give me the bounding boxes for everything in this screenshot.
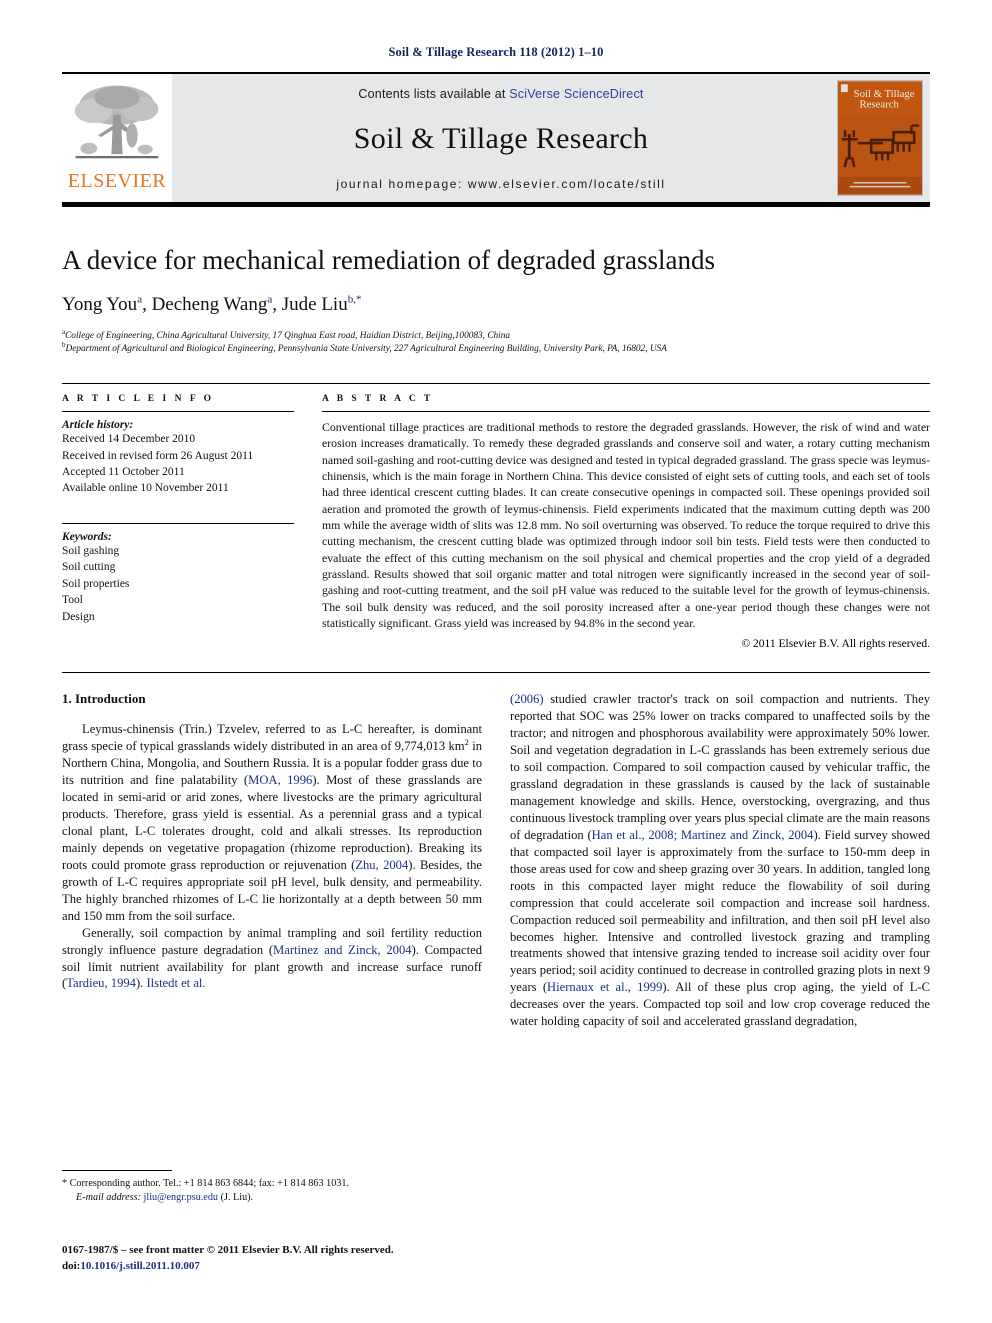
banner-bottom-rule xyxy=(62,202,930,207)
citation-link[interactable]: Hiernaux et al., 1999 xyxy=(547,980,662,994)
article-history-item: Accepted 11 October 2011 xyxy=(62,466,185,479)
abstract-column: A B S T R A C T Conventional tillage pra… xyxy=(322,394,930,650)
imprint-block: 0167-1987/$ – see front matter © 2011 El… xyxy=(62,1243,562,1275)
article-info-rule xyxy=(62,411,294,413)
affiliation-mark: b xyxy=(62,341,66,350)
svg-text:Research: Research xyxy=(859,99,899,111)
section-title-introduction: 1. Introduction xyxy=(62,691,146,707)
keyword-item: Soil cutting xyxy=(62,561,116,574)
article-history-label: Article history: xyxy=(62,419,134,432)
author-name: Jude Liu xyxy=(281,293,348,315)
abstract-copyright: © 2011 Elsevier B.V. All rights reserved… xyxy=(741,638,930,651)
footnote-area: * Corresponding author. Tel.: +1 814 863… xyxy=(62,1170,482,1206)
title-block: A device for mechanical remediation of d… xyxy=(62,245,930,357)
sciencedirect-link[interactable]: SciVerse ScienceDirect xyxy=(509,87,643,101)
article-page: Soil & Tillage Research 118 (2012) 1–10 xyxy=(0,0,992,1323)
citation-link[interactable]: Tardieu, 1994 xyxy=(66,976,136,990)
elsevier-wordmark: ELSEVIER xyxy=(67,170,167,192)
corresponding-author-note: * Corresponding author. Tel.: +1 814 863… xyxy=(62,1177,482,1206)
author-affiliation-mark: a xyxy=(137,293,143,306)
article-history-list: Received 14 December 2010 Received in rev… xyxy=(62,431,294,497)
keywords-list: Soil gashing Soil cutting Soil properties T… xyxy=(62,543,294,625)
contents-available-line: Contents lists available at SciVerse Sci… xyxy=(358,87,643,101)
body-paragraph: Generally, soil compaction by animal tra… xyxy=(62,925,482,991)
elsevier-logo: ELSEVIER xyxy=(62,74,172,202)
paper-title: A device for mechanical remediation of d… xyxy=(62,245,715,275)
article-history-item: Received in revised form 26 August 2011 xyxy=(62,449,254,462)
affiliation-mark: a xyxy=(62,327,66,336)
body-column-right: (2006) studied crawler tractor's track o… xyxy=(510,691,930,1030)
body-columns: 1. Introduction Leymus-chinensis (Trin.)… xyxy=(62,673,930,1030)
author-list: Yong Youa, Decheng Wanga, Jude Liub,* xyxy=(62,293,362,315)
journal-homepage-line[interactable]: journal homepage: www.elsevier.com/locat… xyxy=(336,177,665,191)
article-history-item: Received 14 December 2010 xyxy=(62,433,196,446)
info-abstract-section: A R T I C L E I N F O Article history: R… xyxy=(62,383,930,650)
citation-link[interactable]: Han et al., 2008; Martinez and Zinck, 20… xyxy=(592,828,814,842)
keyword-item: Design xyxy=(62,610,95,623)
cover-image: Soil & Tillage Research xyxy=(837,80,923,196)
journal-cover-thumbnail: Soil & Tillage Research xyxy=(830,74,930,202)
keyword-item: Tool xyxy=(62,594,83,607)
article-info-column: A R T I C L E I N F O Article history: R… xyxy=(62,394,294,650)
citation-link[interactable]: Ilstedt et al. xyxy=(146,976,205,990)
affiliation-list: aCollege of Engineering, China Agricultu… xyxy=(62,327,930,358)
abstract-rule xyxy=(322,411,930,413)
citation-link[interactable]: MOA, 1996 xyxy=(248,773,312,787)
doi-line: doi:10.1016/j.still.2011.10.007 xyxy=(62,1259,562,1275)
doi-value[interactable]: 10.1016/j.still.2011.10.007 xyxy=(80,1260,199,1272)
right-column-paragraphs: (2006) studied crawler tractor's track o… xyxy=(510,691,930,1030)
imprint-line: 0167-1987/$ – see front matter © 2011 El… xyxy=(62,1244,394,1256)
superscript: 2 xyxy=(464,737,469,748)
keywords-rule xyxy=(62,522,294,524)
doi-label: doi: xyxy=(62,1259,81,1272)
article-history-item: Available online 10 November 2011 xyxy=(62,482,229,495)
keyword-item: Soil gashing xyxy=(62,544,120,557)
running-head: Soil & Tillage Research 118 (2012) 1–10 xyxy=(388,45,604,59)
keywords-label: Keywords: xyxy=(62,530,112,543)
left-column-paragraphs: Leymus-chinensis (Trin.) Tzvelev, referr… xyxy=(62,721,482,992)
email-suffix: (J. Liu). xyxy=(220,1192,254,1204)
author-name: Decheng Wang xyxy=(151,293,268,315)
abstract-heading: A B S T R A C T xyxy=(322,394,434,405)
email-line: E-mail address: jliu@engr.psu.edu (J. Li… xyxy=(62,1191,482,1205)
email-label: E-mail address: xyxy=(76,1192,141,1204)
affiliation-item: bDepartment of Agricultural and Biologic… xyxy=(62,341,667,355)
author-name: Yong You xyxy=(62,293,138,315)
citation-link[interactable]: Martinez and Zinck, 2004 xyxy=(273,943,412,957)
keywords-block: Keywords: Soil gashing Soil cutting Soil p… xyxy=(62,522,294,625)
banner-center: Contents lists available at SciVerse Sci… xyxy=(172,74,830,202)
footnote-rule xyxy=(62,1170,172,1171)
journal-banner: ELSEVIER Contents lists available at Sci… xyxy=(62,72,930,207)
body-column-left: 1. Introduction Leymus-chinensis (Trin.)… xyxy=(62,691,482,1030)
article-info-heading: A R T I C L E I N F O xyxy=(62,394,215,405)
body-paragraph: (2006) studied crawler tractor's track o… xyxy=(510,692,931,1029)
corresponding-author-text: * Corresponding author. Tel.: +1 814 863… xyxy=(62,1178,350,1189)
elsevier-tree-icon xyxy=(74,85,159,159)
journal-title: Soil & Tillage Research xyxy=(353,122,649,155)
abstract-text: Conventional tillage practices are tradi… xyxy=(322,420,930,631)
citation-link[interactable]: Zhu, 2004 xyxy=(355,858,408,872)
contents-prefix: Contents lists available at xyxy=(358,87,510,101)
body-paragraph: Leymus-chinensis (Trin.) Tzvelev, referr… xyxy=(62,722,482,923)
author-affiliation-mark: b,* xyxy=(347,293,362,306)
email-link[interactable]: jliu@engr.psu.edu xyxy=(144,1192,218,1203)
keyword-item: Soil properties xyxy=(62,577,130,590)
author-affiliation-mark: a xyxy=(267,293,273,306)
citation-link[interactable]: (2006) xyxy=(510,692,544,706)
affiliation-item: aCollege of Engineering, China Agricultu… xyxy=(62,327,511,341)
